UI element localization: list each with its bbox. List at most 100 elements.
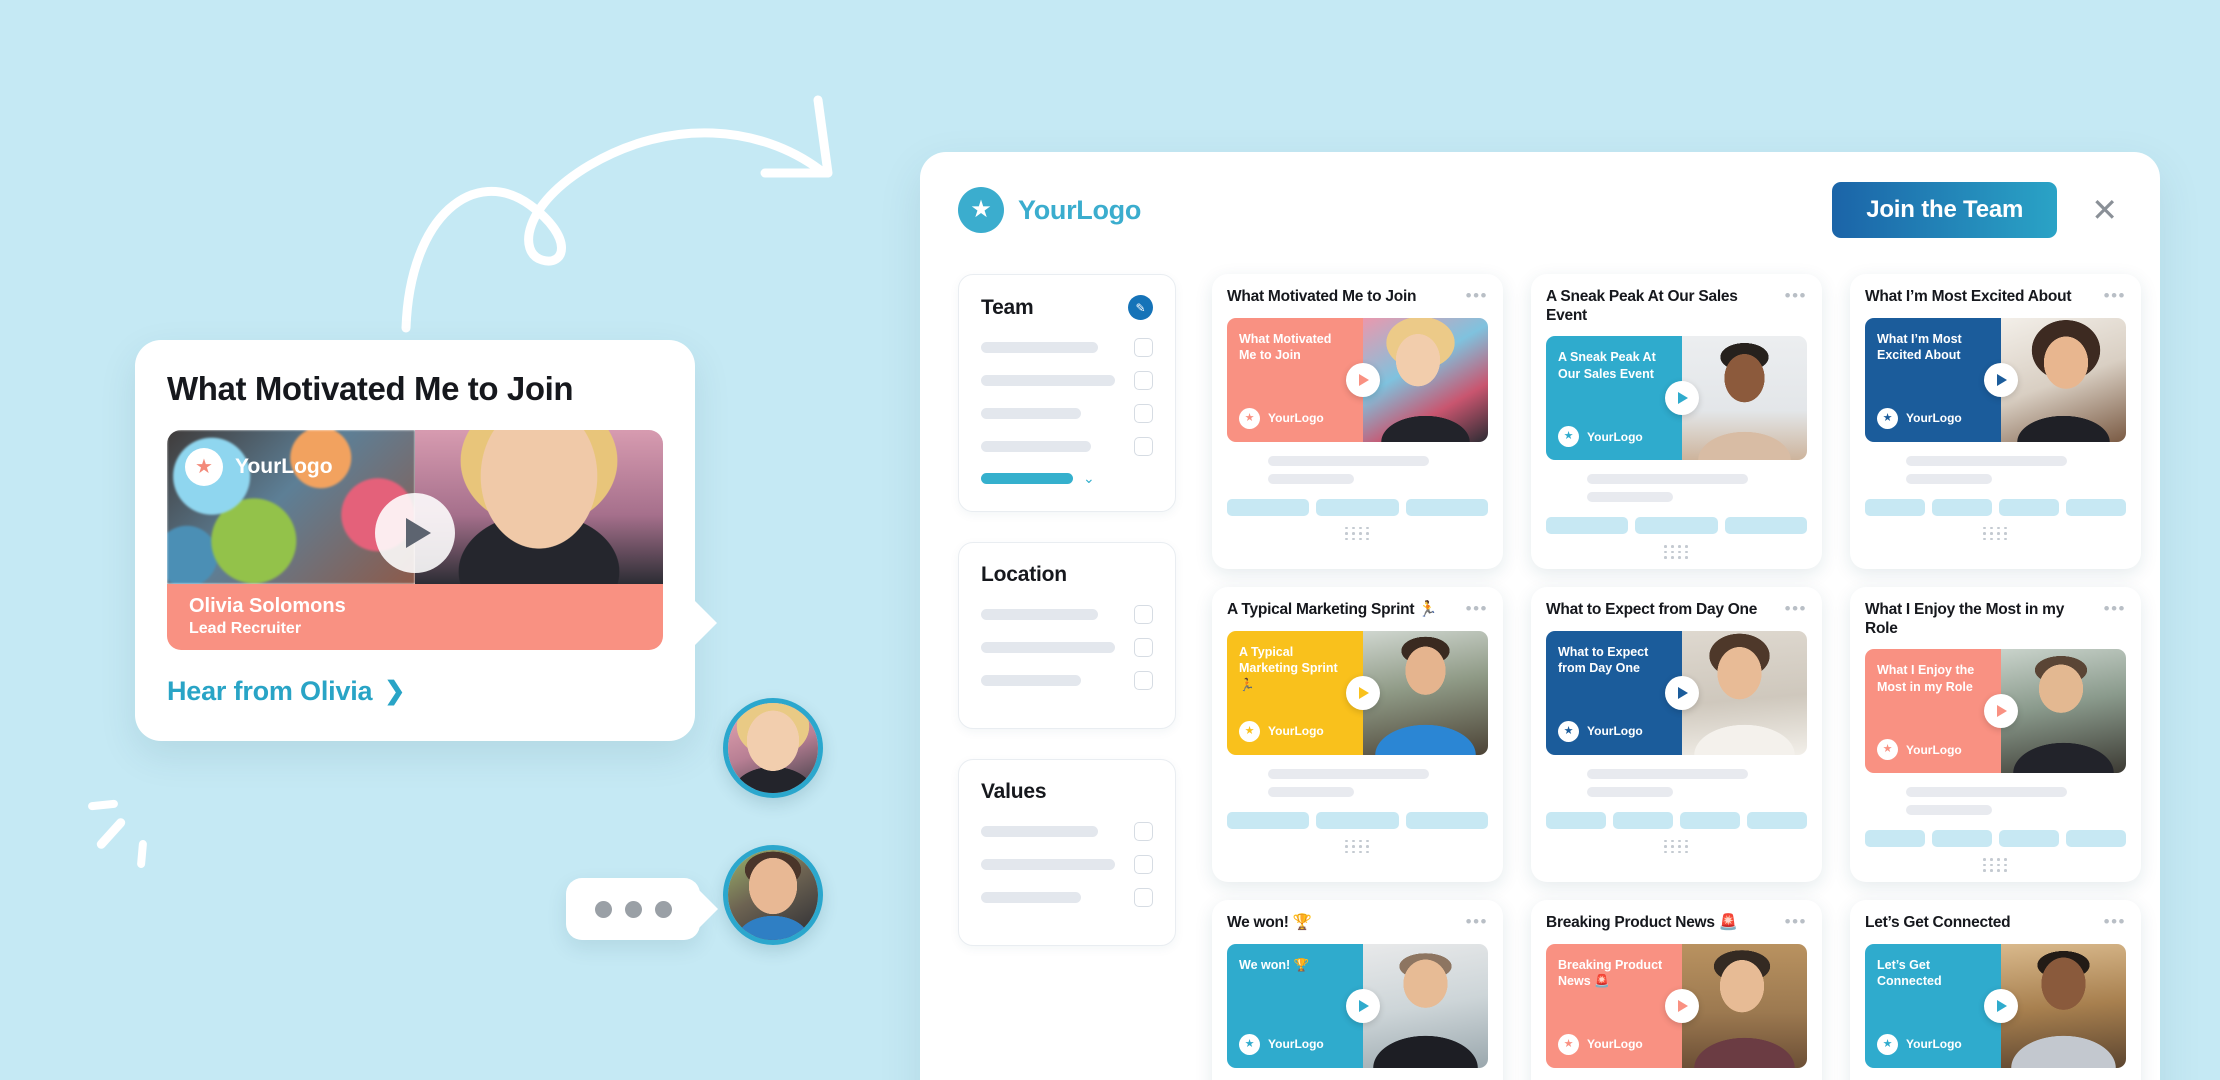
filter-option-row[interactable] <box>981 671 1153 690</box>
video-thumbnail[interactable]: A Typical Marketing Sprint 🏃 ★ YourLogo <box>1227 630 1488 755</box>
filter-checkbox[interactable] <box>1134 605 1153 624</box>
feature-video-card[interactable]: What Motivated Me to Join ★ YourLogo Oli… <box>135 340 717 741</box>
video-card[interactable]: We won! 🏆 ••• We won! 🏆 ★ YourLogo <box>1212 899 1503 1080</box>
video-card[interactable]: What to Expect from Day One ••• What to Ex… <box>1531 586 1822 882</box>
play-button[interactable] <box>1664 675 1699 710</box>
tag-chip[interactable] <box>1747 811 1807 829</box>
tag-chip[interactable] <box>1227 498 1310 516</box>
floating-avatar[interactable] <box>723 698 823 798</box>
drag-handle[interactable] <box>1546 545 1807 559</box>
play-button[interactable] <box>1345 675 1380 710</box>
card-menu-icon[interactable]: ••• <box>2104 913 2126 930</box>
drag-handle[interactable] <box>1227 526 1488 541</box>
drag-handle[interactable] <box>1865 526 2126 541</box>
filter-checkbox[interactable] <box>1134 638 1153 657</box>
tag-chip[interactable] <box>1724 517 1807 535</box>
filter-checkbox[interactable] <box>1134 822 1153 841</box>
tag-chip[interactable] <box>1546 811 1606 829</box>
tag-chip[interactable] <box>1999 498 2059 516</box>
play-button[interactable] <box>1664 988 1699 1023</box>
play-button[interactable] <box>1983 694 2018 729</box>
video-thumbnail[interactable]: Let’s Get Connected ★ YourLogo <box>1865 943 2126 1068</box>
filter-option-row[interactable] <box>981 338 1153 357</box>
tag-chip[interactable] <box>2066 830 2126 848</box>
filter-option-row[interactable] <box>981 437 1153 456</box>
tag-chip[interactable] <box>1932 830 1992 848</box>
video-thumbnail[interactable]: What I’m Most Excited About ★ YourLogo <box>1865 317 2126 442</box>
filter-option-row[interactable] <box>981 638 1153 657</box>
video-card[interactable]: A Sneak Peak At Our Sales Event ••• A Snea… <box>1531 274 1822 569</box>
thumbnail-person-photo <box>1362 317 1488 442</box>
filter-show-more[interactable]: ⌄ <box>981 470 1153 487</box>
tag-chip[interactable] <box>1405 811 1488 829</box>
tag-chip[interactable] <box>1999 830 2059 848</box>
feature-video-thumbnail[interactable]: ★ YourLogo Olivia Solomons Lead Recruite… <box>167 429 663 650</box>
play-button[interactable] <box>1983 362 2018 397</box>
card-menu-icon[interactable]: ••• <box>1785 913 1807 930</box>
video-card[interactable]: Let’s Get Connected ••• Let’s Get Connecte… <box>1850 899 2141 1080</box>
video-thumbnail[interactable]: We won! 🏆 ★ YourLogo <box>1227 943 1488 1068</box>
filter-checkbox[interactable] <box>1134 404 1153 423</box>
filter-checkbox[interactable] <box>1134 371 1153 390</box>
play-button[interactable] <box>1345 988 1380 1023</box>
card-menu-icon[interactable]: ••• <box>1785 287 1807 304</box>
video-card-grid: What Motivated Me to Join ••• What Motivat… <box>1212 274 2151 1080</box>
close-icon[interactable]: ✕ <box>2087 194 2122 226</box>
tag-chip[interactable] <box>1316 498 1399 516</box>
chevron-down-icon[interactable]: ⌄ <box>1083 470 1095 487</box>
drag-handle[interactable] <box>1865 858 2126 872</box>
thumbnail-person-photo <box>1681 336 1807 461</box>
tag-chip[interactable] <box>1546 517 1629 535</box>
card-menu-icon[interactable]: ••• <box>1466 600 1488 617</box>
tag-chip[interactable] <box>1932 498 1992 516</box>
join-the-team-button[interactable]: Join the Team <box>1832 182 2058 238</box>
play-button[interactable] <box>375 493 455 574</box>
tag-chip[interactable] <box>1316 811 1399 829</box>
thumbnail-title-panel: What Motivated Me to Join ★ YourLogo <box>1227 317 1363 442</box>
tag-chip[interactable] <box>2066 498 2126 516</box>
tag-chip[interactable] <box>1613 811 1673 829</box>
video-card[interactable]: Breaking Product News 🚨 ••• Breaking Produ… <box>1531 899 1822 1080</box>
card-menu-icon[interactable]: ••• <box>1785 600 1807 617</box>
thumbnail-brand-label: YourLogo <box>1906 742 1962 757</box>
video-thumbnail[interactable]: What I Enjoy the Most in my Role ★ YourLog… <box>1865 649 2126 774</box>
card-menu-icon[interactable]: ••• <box>2104 600 2126 617</box>
drag-handle[interactable] <box>1546 839 1807 854</box>
tag-chip[interactable] <box>1680 811 1740 829</box>
card-menu-icon[interactable]: ••• <box>2104 287 2126 304</box>
filter-option-row[interactable] <box>981 404 1153 423</box>
filter-checkbox[interactable] <box>1134 437 1153 456</box>
filter-checkbox[interactable] <box>1134 888 1153 907</box>
play-button[interactable] <box>1983 988 2018 1023</box>
filter-checkbox[interactable] <box>1134 671 1153 690</box>
card-menu-icon[interactable]: ••• <box>1466 913 1488 930</box>
filter-option-row[interactable] <box>981 371 1153 390</box>
filter-option-row[interactable] <box>981 605 1153 624</box>
filter-checkbox[interactable] <box>1134 855 1153 874</box>
tag-chip[interactable] <box>1865 830 1925 848</box>
drag-handle[interactable] <box>1227 839 1488 854</box>
play-button[interactable] <box>1345 362 1380 397</box>
play-button[interactable] <box>1664 381 1699 416</box>
filter-option-row[interactable] <box>981 888 1153 907</box>
floating-avatar[interactable] <box>723 845 823 945</box>
tag-chip[interactable] <box>1227 811 1310 829</box>
tag-chip[interactable] <box>1635 517 1718 535</box>
video-thumbnail[interactable]: A Sneak Peak At Our Sales Event ★ YourLogo <box>1546 336 1807 461</box>
video-thumbnail[interactable]: Breaking Product News 🚨 ★ YourLogo <box>1546 943 1807 1068</box>
brand-logo[interactable]: ★ YourLogo <box>958 187 1141 233</box>
filter-option-row[interactable] <box>981 822 1153 841</box>
tag-chip[interactable] <box>1405 498 1488 516</box>
edit-pencil-icon[interactable]: ✎ <box>1128 295 1153 320</box>
hear-from-link[interactable]: Hear from Olivia ❯ <box>167 676 663 707</box>
card-menu-icon[interactable]: ••• <box>1466 287 1488 304</box>
video-card[interactable]: A Typical Marketing Sprint 🏃 ••• A Typical… <box>1212 586 1503 882</box>
video-thumbnail[interactable]: What to Expect from Day One ★ YourLogo <box>1546 630 1807 755</box>
tag-chip[interactable] <box>1865 498 1925 516</box>
filter-checkbox[interactable] <box>1134 338 1153 357</box>
video-card[interactable]: What Motivated Me to Join ••• What Motivat… <box>1212 274 1503 569</box>
video-card[interactable]: What I Enjoy the Most in my Role ••• What … <box>1850 586 2141 882</box>
filter-option-row[interactable] <box>981 855 1153 874</box>
video-thumbnail[interactable]: What Motivated Me to Join ★ YourLogo <box>1227 317 1488 442</box>
video-card[interactable]: What I’m Most Excited About ••• What I’m M… <box>1850 274 2141 569</box>
